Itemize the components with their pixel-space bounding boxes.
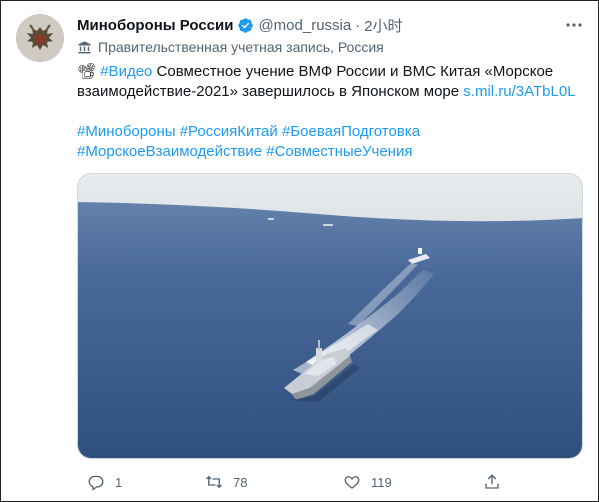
reply-count: 1: [115, 474, 123, 490]
government-label: Правительственная учетная запись, Россия: [77, 39, 384, 55]
hashtag[interactable]: #БоеваяПодготовка: [282, 123, 420, 140]
verified-badge-icon: [237, 17, 254, 34]
hashtags-line-1: #Минобороны #РоссияКитай #БоеваяПодготов…: [77, 122, 587, 142]
hashtags-line-2: #МорскоеВзаимодействие #СовместныеУчения: [77, 142, 587, 162]
tweet-text: 📽 #Видео Совместное учение ВМФ России и …: [77, 62, 587, 102]
reply-button[interactable]: 1: [87, 471, 122, 493]
retweet-count: 78: [233, 474, 248, 490]
reply-icon: [88, 475, 104, 491]
like-button[interactable]: 119: [343, 471, 392, 493]
hashtag[interactable]: #РоссияКитай: [180, 123, 278, 140]
like-icon: [344, 476, 360, 489]
hashtag[interactable]: #СовместныеУчения: [266, 143, 412, 160]
author-name[interactable]: Минобороны России: [77, 17, 233, 34]
share-icon: [485, 474, 499, 489]
ship-video-frame: [78, 174, 582, 458]
video-thumbnail[interactable]: [77, 173, 583, 459]
tweet-header: Минобороны России @mod_russia · 2小时: [77, 15, 403, 35]
hashtags: #Минобороны #РоссияКитай #БоеваяПодготов…: [77, 122, 587, 162]
hashtag[interactable]: #Минобороны: [77, 123, 176, 140]
tweet-time[interactable]: 2小时: [364, 15, 402, 36]
tweet-actions: 1 78 119: [77, 471, 587, 493]
hashtag-video[interactable]: #Видео: [100, 63, 152, 80]
like-count: 119: [371, 474, 392, 490]
film-emoji-icon: 📽: [77, 63, 97, 80]
retweet-button[interactable]: 78: [205, 471, 247, 493]
government-icon: [77, 40, 92, 55]
more-icon[interactable]: [564, 17, 584, 33]
tweet-link[interactable]: s.mil.ru/3ATbL0L: [463, 83, 575, 100]
avatar[interactable]: [16, 14, 64, 62]
tweet-card: Минобороны России @mod_russia · 2小时 Прав…: [0, 0, 599, 502]
government-label-text: Правительственная учетная запись, Россия: [98, 39, 384, 55]
hashtag[interactable]: #МорскоеВзаимодействие: [77, 143, 262, 160]
separator-dot: ·: [355, 16, 361, 34]
author-handle[interactable]: @mod_russia: [258, 17, 351, 34]
retweet-icon: [206, 475, 222, 489]
share-button[interactable]: [483, 471, 511, 493]
